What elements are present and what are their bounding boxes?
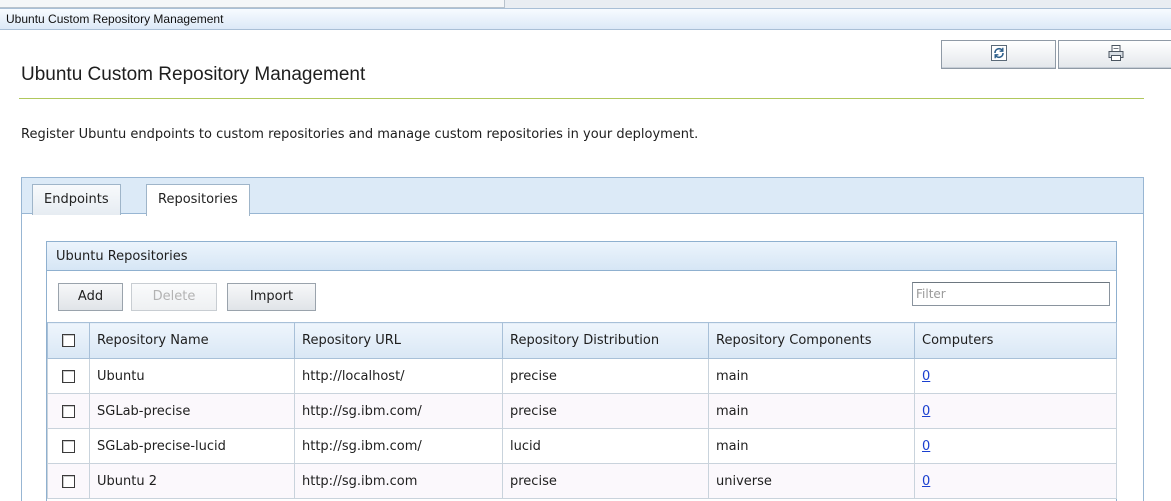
print-button[interactable] [1058,40,1171,69]
window-title-bar: Ubuntu Custom Repository Management [0,8,1171,30]
repository-components-cell: main [708,428,915,464]
computers-cell: 0 [914,463,1117,499]
repository-distribution-cell: precise [502,463,709,499]
repository-distribution-cell: precise [502,393,709,429]
repository-name-cell: SGLab-precise-lucid [89,428,295,464]
refresh-icon [990,45,1007,61]
computers-count-link[interactable]: 0 [922,404,930,419]
computers-cell: 0 [914,358,1117,394]
table-row[interactable]: SGLab-precise-lucid http://sg.ibm.com/ l… [47,428,1117,464]
row-select-cell [47,358,90,394]
title-divider [19,98,1144,99]
column-header-repository-components[interactable]: Repository Components [708,322,915,359]
computers-count-link[interactable]: 0 [922,439,930,454]
import-button[interactable]: Import [227,283,316,311]
repositories-section-title: Ubuntu Repositories [46,241,1117,271]
top-strip [0,0,1171,8]
computers-count-link[interactable]: 0 [922,369,930,384]
repository-url-cell: http://sg.ibm.com/ [294,393,503,429]
browser-tab-stub[interactable] [0,0,505,8]
row-select-cell [47,428,90,464]
repositories-table: Repository Name Repository URL Repositor… [47,322,1117,499]
repository-name-cell: Ubuntu 2 [89,463,295,499]
select-all-cell [47,322,90,359]
repository-distribution-cell: precise [502,358,709,394]
column-header-repository-distribution[interactable]: Repository Distribution [502,322,709,359]
table-row[interactable]: SGLab-precise http://sg.ibm.com/ precise… [47,393,1117,429]
computers-cell: 0 [914,393,1117,429]
row-checkbox[interactable] [62,369,75,383]
row-select-cell [47,393,90,429]
computers-cell: 0 [914,428,1117,464]
page-title: Ubuntu Custom Repository Management [21,64,366,85]
tab-endpoints[interactable]: Endpoints [32,184,121,215]
column-header-repository-name[interactable]: Repository Name [89,322,295,359]
row-checkbox[interactable] [62,404,75,418]
refresh-button[interactable] [941,40,1056,69]
page-description: Register Ubuntu endpoints to custom repo… [21,127,699,142]
repository-distribution-cell: lucid [502,428,709,464]
filter-input[interactable] [912,282,1110,306]
repository-components-cell: main [708,358,915,394]
repository-url-cell: http://localhost/ [294,358,503,394]
tab-repositories[interactable]: Repositories [146,184,250,216]
table-header-row: Repository Name Repository URL Repositor… [47,322,1117,359]
computers-count-link[interactable]: 0 [922,474,930,489]
column-header-computers[interactable]: Computers [914,322,1117,359]
repository-name-cell: Ubuntu [89,358,295,394]
repository-url-cell: http://sg.ibm.com/ [294,428,503,464]
repository-components-cell: main [708,393,915,429]
table-row[interactable]: Ubuntu 2 http://sg.ibm.com precise unive… [47,463,1117,499]
repository-url-cell: http://sg.ibm.com [294,463,503,499]
row-checkbox[interactable] [62,439,75,453]
row-select-cell [47,463,90,499]
print-icon [1108,45,1123,61]
row-checkbox[interactable] [62,474,75,488]
table-row[interactable]: Ubuntu http://localhost/ precise main 0 [47,358,1117,394]
add-button[interactable]: Add [58,283,123,311]
repository-name-cell: SGLab-precise [89,393,295,429]
delete-button[interactable]: Delete [131,283,217,311]
select-all-checkbox[interactable] [62,334,75,347]
column-header-repository-url[interactable]: Repository URL [294,322,503,359]
repository-components-cell: universe [708,463,915,499]
tab-bar: Endpoints Repositories [21,177,1144,216]
